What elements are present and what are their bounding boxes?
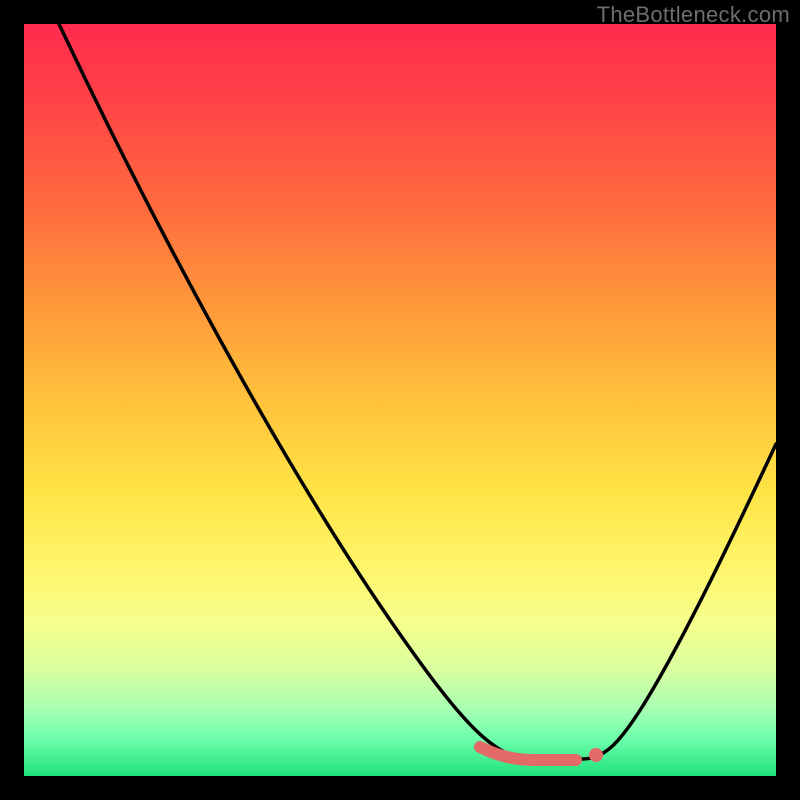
chart-frame: TheBottleneck.com [0, 0, 800, 800]
highlight-segment [480, 747, 576, 760]
bottleneck-curve-svg [24, 24, 776, 776]
plot-area [24, 24, 776, 776]
bottleneck-curve [59, 24, 776, 759]
highlight-end-dot [589, 748, 603, 762]
